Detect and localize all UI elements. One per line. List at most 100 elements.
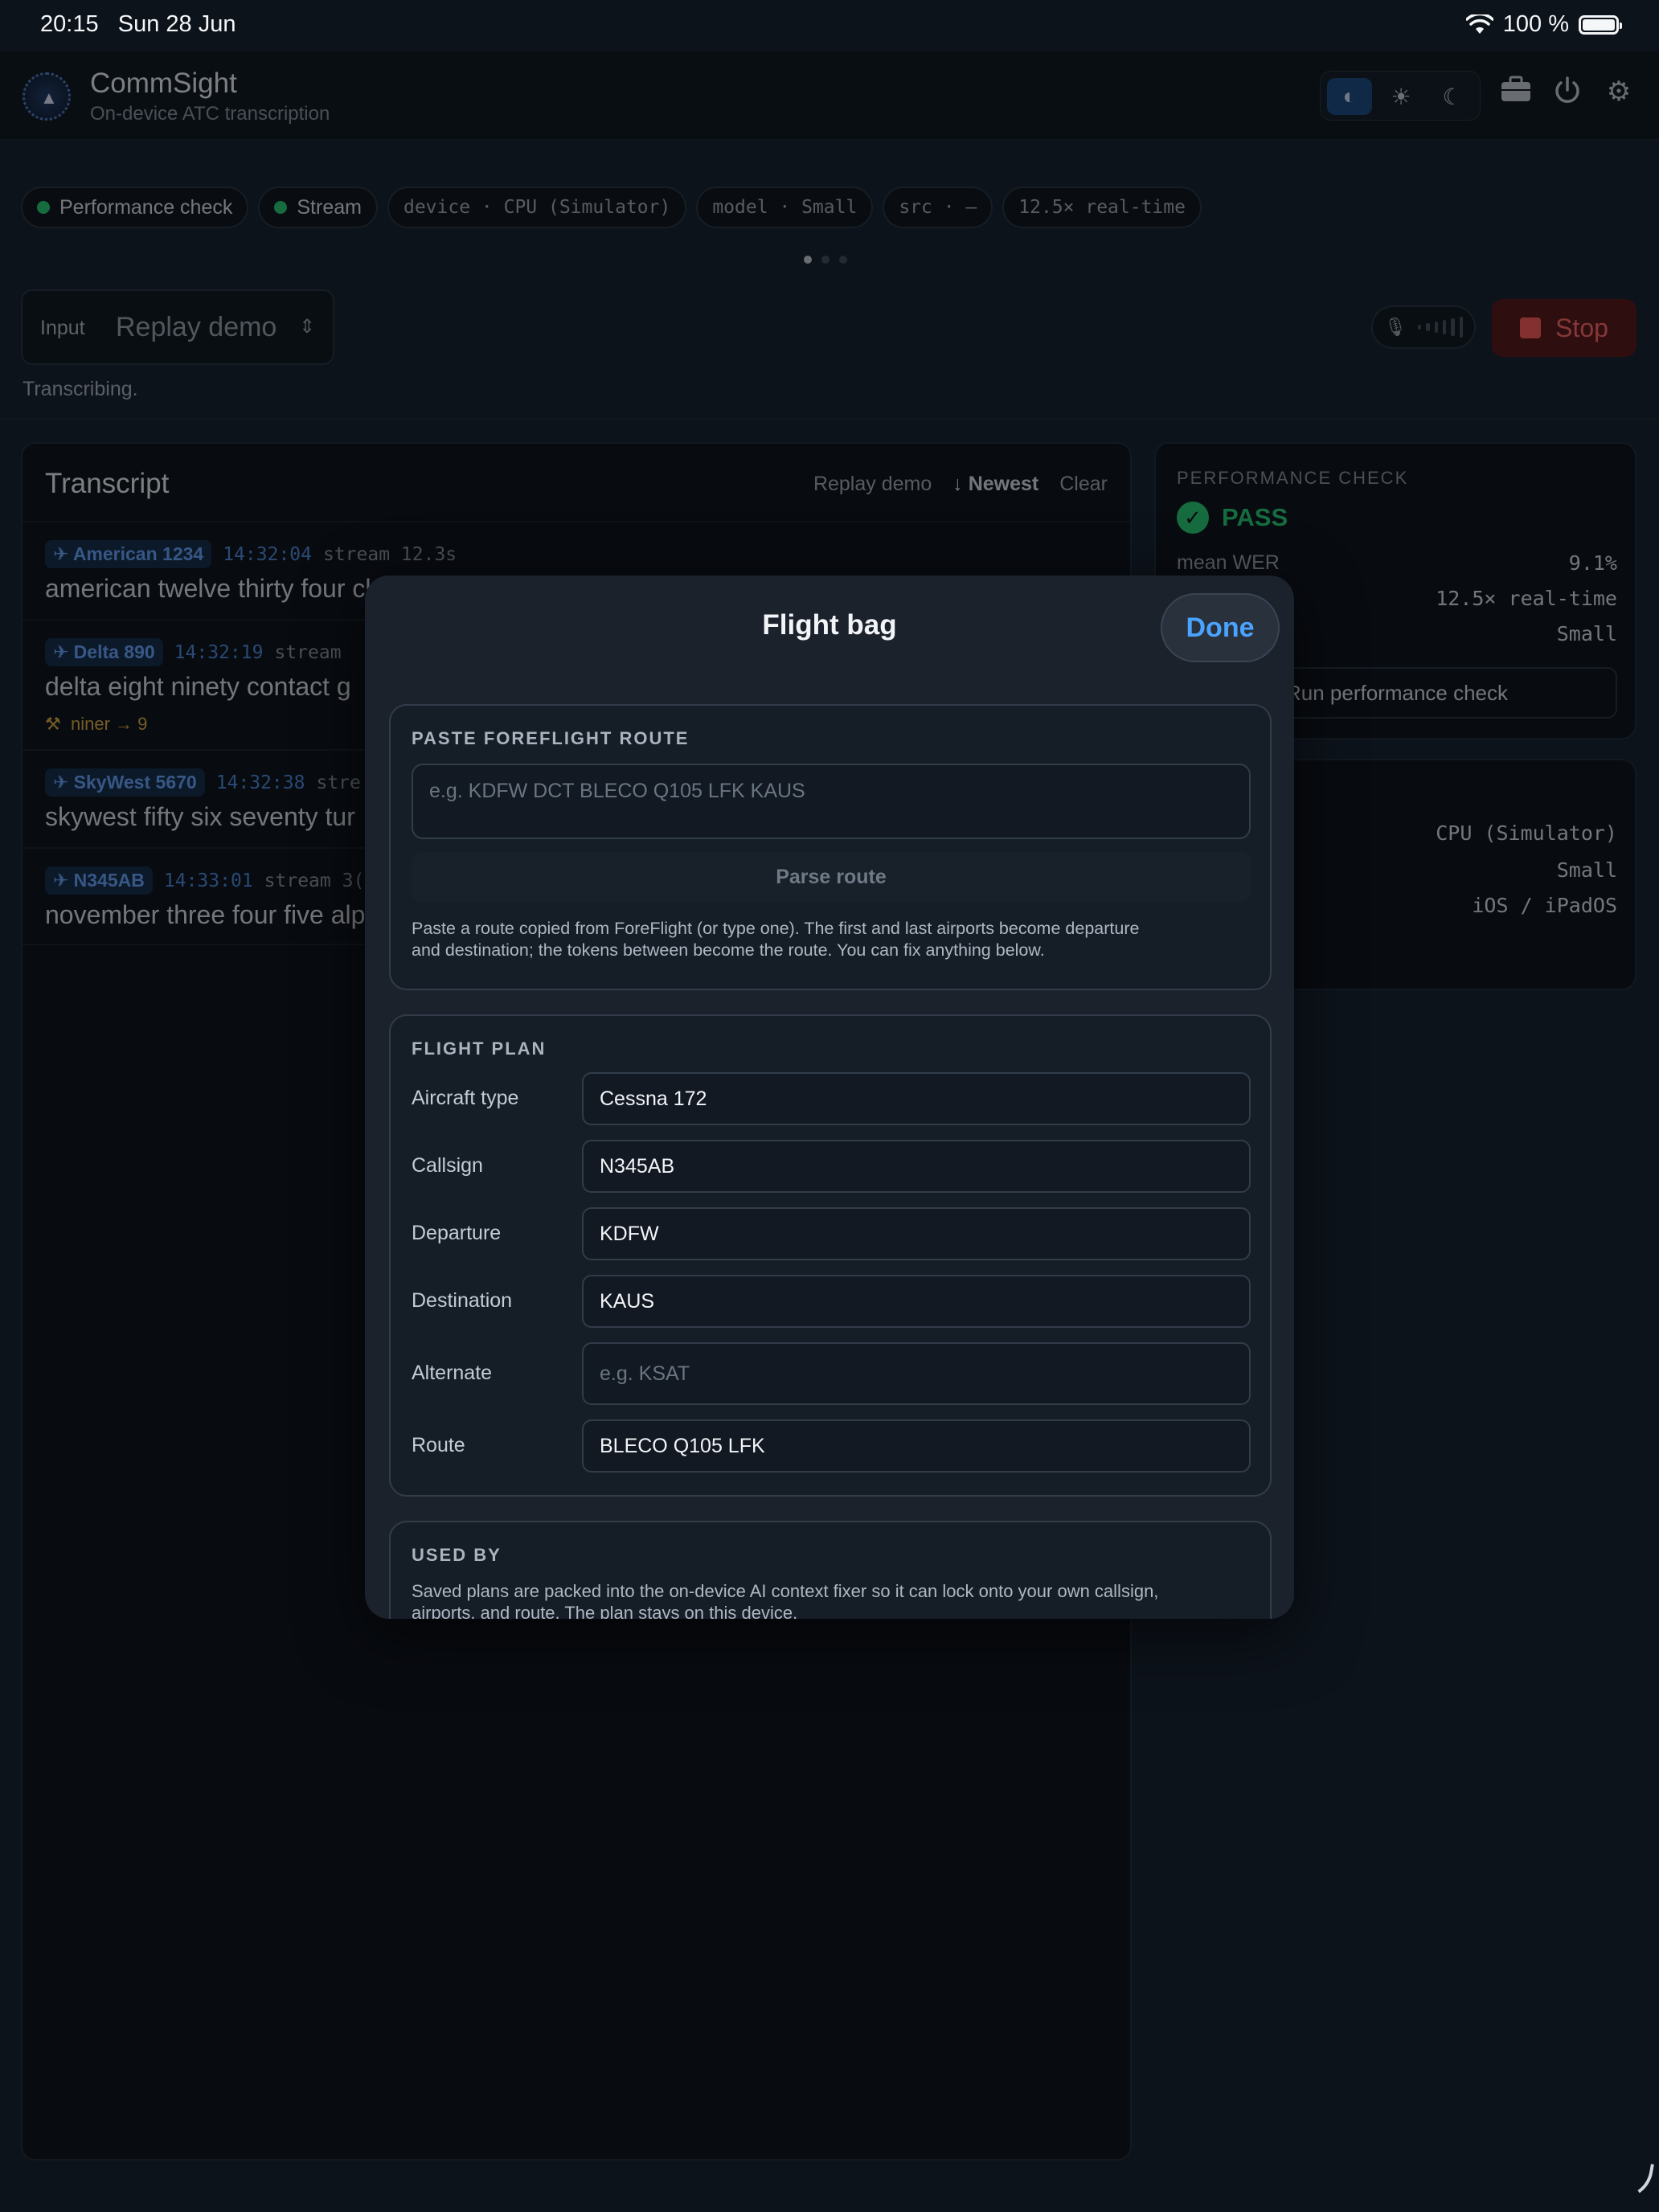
parse-route-button[interactable]: Parse route — [412, 852, 1251, 902]
mic-icon: 🎙 — [1384, 317, 1407, 337]
newest-button[interactable]: ↓ Newest — [952, 473, 1038, 496]
done-button[interactable]: Done — [1161, 593, 1280, 662]
paste-help-text: Paste a route copied from ForeFlight (or… — [412, 919, 1140, 960]
callsign-badge: ✈ SkyWest 5670 — [45, 768, 205, 797]
app-title: CommSight — [90, 68, 237, 99]
stop-button[interactable]: Stop — [1492, 299, 1636, 357]
audio-level-meter: 🎙 — [1371, 305, 1476, 349]
row-time: 14:32:38 — [215, 772, 305, 793]
route-field[interactable]: BLECO Q105 LFK — [582, 1419, 1251, 1473]
battery-icon — [1579, 14, 1622, 35]
alternate-field[interactable]: e.g. KSAT — [582, 1342, 1251, 1405]
theme-segmented-control: ◐ ☀ ☾ — [1320, 71, 1481, 121]
moon-icon[interactable]: ☾ — [1430, 78, 1475, 115]
status-right: 100 % — [1465, 11, 1622, 38]
page-indicator[interactable] — [804, 256, 847, 264]
row-text: delta eight ninety contact g — [45, 672, 351, 701]
app-subtitle: On-device ATC transcription — [90, 103, 330, 125]
destination-row: Destination KAUS — [412, 1275, 1251, 1328]
stop-icon — [1520, 317, 1542, 338]
correction-note: ⚒ niner → 9 — [45, 714, 148, 734]
departure-row: Departure KDFW — [412, 1207, 1251, 1260]
clear-button[interactable]: Clear — [1059, 473, 1108, 496]
chip-performance[interactable]: Performance check — [21, 186, 249, 228]
section-heading: PASTE FOREFLIGHT ROUTE — [412, 728, 690, 748]
callsign-badge: ✈ N345AB — [45, 866, 153, 895]
power-icon[interactable] — [1548, 76, 1587, 113]
clock: 20:15 — [40, 11, 99, 37]
destination-field[interactable]: KAUS — [582, 1275, 1251, 1328]
green-dot-icon — [37, 201, 50, 214]
perf-wer: mean WER 9.1% — [1177, 551, 1617, 575]
aircraft-type-field[interactable]: Cessna 172 — [582, 1072, 1251, 1125]
departure-field[interactable]: KDFW — [582, 1207, 1251, 1260]
chip-model: model · Small — [696, 186, 874, 228]
row-time: 14:32:19 — [174, 641, 264, 663]
status-chips: Performance check Stream device · CPU (S… — [21, 186, 1202, 228]
perf-heading: PERFORMANCE CHECK — [1177, 468, 1409, 488]
status-bar: 20:15 Sun 28 Jun 100 % — [0, 0, 1659, 51]
row-text: american twelve thirty four cl — [45, 574, 371, 603]
route-paste-input[interactable]: e.g. KDFW DCT BLECO Q105 LFK KAUS — [412, 764, 1251, 839]
transcription-status: Transcribing. — [23, 378, 138, 400]
chip-label: Stream — [297, 195, 362, 219]
field-label: Destination — [412, 1289, 513, 1312]
row-time: 14:32:04 — [223, 543, 312, 565]
battery-percent: 100 % — [1502, 11, 1569, 37]
divider — [0, 418, 1659, 420]
section-heading: USED BY — [412, 1545, 502, 1565]
input-value: Replay demo — [116, 312, 277, 342]
callsign-badge: ✈ American 1234 — [45, 540, 212, 568]
row-kind: stream 12.3s — [322, 543, 457, 565]
input-label: Input — [40, 317, 85, 339]
chevron-updown-icon: ⇕ — [299, 316, 316, 338]
perf-result: ✓ PASS — [1177, 502, 1288, 534]
callsign-row: Callsign N345AB — [412, 1140, 1251, 1193]
replay-demo-button[interactable]: Replay demo — [813, 473, 932, 496]
row-time: 14:33:01 — [163, 870, 253, 891]
transcript-actions: Replay demo ↓ Newest Clear — [813, 473, 1108, 496]
route-placeholder: e.g. KDFW DCT BLECO Q105 LFK KAUS — [429, 780, 805, 802]
transcript-title: Transcript — [45, 468, 170, 499]
callsign-field[interactable]: N345AB — [582, 1140, 1251, 1193]
auto-contrast-icon[interactable]: ◐ — [1327, 78, 1372, 115]
check-badge-icon: ✓ — [1177, 502, 1209, 534]
wifi-icon — [1465, 14, 1493, 34]
aircraft-type-row: Aircraft type Cessna 172 — [412, 1072, 1251, 1125]
field-label: Route — [412, 1434, 465, 1456]
briefcase-icon[interactable] — [1497, 76, 1535, 110]
chip-device: device · CPU (Simulator) — [387, 186, 687, 228]
alternate-row: Alternate e.g. KSAT — [412, 1342, 1251, 1405]
section-heading: FLIGHT PLAN — [412, 1038, 547, 1059]
newest-label: Newest — [968, 473, 1039, 495]
chip-label: Performance check — [59, 195, 233, 219]
field-label: Callsign — [412, 1154, 483, 1177]
input-source-picker[interactable]: Input Replay demo ⇕ — [21, 289, 334, 365]
row-kind: stream — [274, 641, 342, 663]
wand-icon: ⚒ — [45, 714, 61, 734]
status-time: 20:15 Sun 28 Jun — [40, 11, 236, 38]
field-label: Alternate — [412, 1362, 493, 1384]
paste-route-section: PASTE FOREFLIGHT ROUTE e.g. KDFW DCT BLE… — [389, 704, 1272, 990]
chip-src: src · — — [883, 186, 993, 228]
row-text: november three four five alp — [45, 900, 366, 929]
app-header: CommSight On-device ATC transcription ◐ … — [0, 51, 1659, 140]
flight-bag-sheet: Flight bag Done PASTE FOREFLIGHT ROUTE e… — [365, 576, 1294, 1619]
date: Sun 28 Jun — [117, 11, 236, 37]
field-label: Aircraft type — [412, 1087, 519, 1109]
row-kind: stre — [316, 772, 361, 793]
sheet-title: Flight bag — [762, 609, 897, 641]
route-row: Route BLECO Q105 LFK — [412, 1419, 1251, 1473]
chip-realtime: 12.5× real-time — [1002, 186, 1202, 228]
green-dot-icon — [274, 201, 288, 214]
sun-icon[interactable]: ☀ — [1378, 78, 1423, 115]
used-by-section: USED BY Saved plans are packed into the … — [389, 1521, 1272, 1619]
chip-stream[interactable]: Stream — [258, 186, 378, 228]
gear-icon[interactable]: ⚙ — [1600, 76, 1638, 108]
used-by-text: Saved plans are packed into the on-devic… — [412, 1581, 1159, 1619]
flight-plan-section: FLIGHT PLAN Aircraft type Cessna 172 Cal… — [389, 1014, 1272, 1497]
callsign-badge: ✈ Delta 890 — [45, 638, 163, 666]
field-label: Departure — [412, 1222, 502, 1244]
stop-label: Stop — [1555, 313, 1608, 342]
row-kind: stream 3( — [264, 870, 365, 891]
